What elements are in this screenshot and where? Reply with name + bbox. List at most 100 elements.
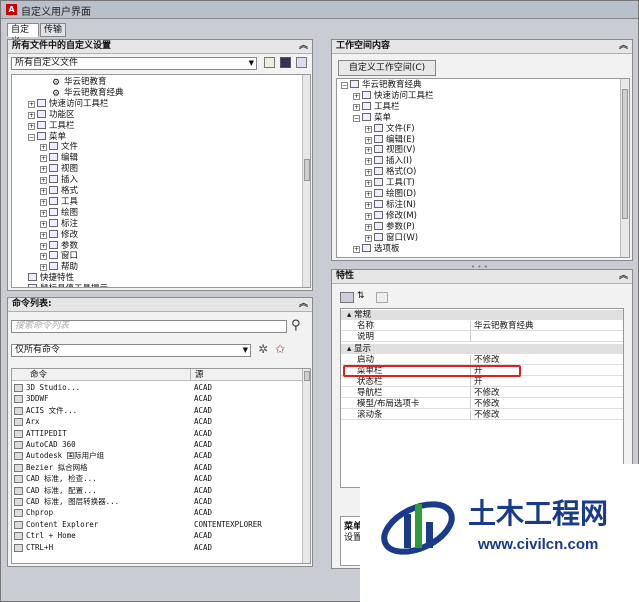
property-row[interactable]: 模型/布局选项卡 不修改 xyxy=(341,399,623,409)
expand-icon[interactable]: + xyxy=(365,201,372,209)
expand-icon[interactable]: + xyxy=(40,253,47,261)
customize-workspace-button[interactable]: 自定义工作空间(C) xyxy=(338,60,436,76)
expand-icon[interactable]: + xyxy=(40,177,47,185)
tree-node[interactable]: + 文件(F) xyxy=(365,123,415,135)
tree-node[interactable]: + 选项板 xyxy=(353,243,400,255)
expand-icon[interactable]: + xyxy=(40,209,47,217)
property-value[interactable]: 不修改 xyxy=(470,399,500,409)
col-source[interactable]: 源 xyxy=(190,369,204,381)
command-row[interactable]: 3DDWF ACAD xyxy=(12,393,302,404)
tree-node[interactable]: + 绘图(D) xyxy=(365,189,416,200)
tree-node[interactable]: + 参数(P) xyxy=(365,221,415,233)
expand-icon[interactable]: + xyxy=(365,125,372,133)
property-value[interactable]: 不修改 xyxy=(470,388,500,398)
property-row[interactable]: 状态栏 开 xyxy=(341,377,623,387)
expand-icon[interactable]: + xyxy=(40,220,47,228)
tree-node[interactable]: − 菜单 xyxy=(28,131,66,143)
group-display[interactable]: ▴ 显示 xyxy=(341,344,623,354)
expand-icon[interactable]: + xyxy=(353,92,360,100)
expand-icon[interactable]: + xyxy=(365,191,372,198)
tree-node[interactable]: ⚙ 华云钯教育经典 xyxy=(52,88,124,99)
property-row[interactable]: 说明 xyxy=(341,332,623,342)
expand-icon[interactable]: + xyxy=(40,144,47,152)
sort-az-icon[interactable]: ⇅ xyxy=(357,291,365,301)
tree-node[interactable]: + 功能区 xyxy=(28,109,75,121)
tree-node[interactable]: + 绘图 xyxy=(40,207,78,219)
command-row[interactable]: CTRL+H ACAD xyxy=(12,542,302,553)
expand-icon[interactable]: + xyxy=(365,234,372,242)
tree-node[interactable]: + 标注(N) xyxy=(365,199,416,211)
command-row[interactable]: CAD 标准, 检查... ACAD xyxy=(12,473,302,484)
tree-node[interactable]: + 格式 xyxy=(40,186,78,197)
expand-icon[interactable]: + xyxy=(40,166,47,174)
command-row[interactable]: AutoCAD 360 ACAD xyxy=(12,439,302,450)
tree-node[interactable]: + 视图 xyxy=(40,164,78,175)
expand-icon[interactable]: + xyxy=(365,136,372,144)
property-row[interactable]: 名称 华云钯教育经典 xyxy=(341,321,623,331)
collapse-node-icon[interactable]: − xyxy=(341,82,348,89)
collapse-icon[interactable]: ︽ xyxy=(299,298,308,311)
command-filter-select[interactable]: 仅所有命令 ▼ xyxy=(11,344,251,357)
collapse-icon[interactable]: ︽ xyxy=(299,40,308,53)
tree-node[interactable]: + 窗口(W) xyxy=(365,232,418,244)
open-file-icon[interactable] xyxy=(264,57,275,68)
expand-icon[interactable]: + xyxy=(365,212,372,220)
tree-node[interactable]: + 文件 xyxy=(40,142,78,153)
collapse-icon[interactable]: ︽ xyxy=(619,40,628,53)
command-row[interactable]: ACIS 文件... ACAD xyxy=(12,405,302,416)
star-icon[interactable]: ✩ xyxy=(275,342,285,356)
command-scrollbar[interactable] xyxy=(302,369,310,563)
property-value[interactable]: 不修改 xyxy=(470,355,500,365)
tree-node[interactable]: 鼠标悬停工具提示 xyxy=(28,284,108,287)
tree-node[interactable]: + 快速访问工具栏 xyxy=(28,98,109,110)
command-row[interactable]: CAD 标准, 图层转换器... ACAD xyxy=(12,496,302,507)
tree-node[interactable]: − 华云钯教育经典 xyxy=(341,80,422,91)
tree-node[interactable]: + 标注 xyxy=(40,218,78,230)
command-row[interactable]: Arx ACAD xyxy=(12,416,302,427)
tree-node[interactable]: + 插入(I) xyxy=(365,156,412,167)
command-row[interactable]: Content Explorer CONTENTEXPLORER xyxy=(12,519,302,530)
property-row[interactable]: 滚动条 不修改 xyxy=(341,410,623,420)
categorized-icon[interactable] xyxy=(340,292,354,303)
file-select[interactable]: 所有自定义文件 ▼ xyxy=(11,57,257,70)
property-value[interactable]: 华云钯教育经典 xyxy=(470,321,534,331)
expand-icon[interactable]: + xyxy=(28,111,35,119)
expand-icon[interactable]: + xyxy=(365,158,372,166)
property-row[interactable]: 导航栏 不修改 xyxy=(341,388,623,398)
command-row[interactable]: ATTIPEDIT ACAD xyxy=(12,428,302,439)
tree-node[interactable]: − 菜单 xyxy=(353,112,391,124)
command-row[interactable]: 3D Studio... ACAD xyxy=(12,382,302,393)
expand-icon[interactable]: + xyxy=(40,264,47,272)
command-row[interactable]: Ctrl + Home ACAD xyxy=(12,530,302,541)
group-general[interactable]: ▴ 常规 xyxy=(341,310,623,320)
command-row[interactable]: Chprop ACAD xyxy=(12,507,302,518)
workspace-scrollbar[interactable] xyxy=(620,79,629,257)
expand-icon[interactable]: + xyxy=(353,245,360,253)
expand-icon[interactable]: + xyxy=(28,100,35,108)
command-row[interactable]: CAD 标准, 配置... ACAD xyxy=(12,485,302,496)
expand-icon[interactable]: + xyxy=(365,223,372,231)
expand-icon[interactable]: + xyxy=(40,188,47,195)
command-row[interactable]: Autodesk 国际用户组 ACAD xyxy=(12,450,302,461)
expand-icon[interactable]: + xyxy=(365,147,372,155)
new-command-icon[interactable]: ✲ xyxy=(258,342,268,356)
tab-transfer[interactable]: 传输 xyxy=(40,23,66,37)
tree-node[interactable]: ⚙ 华云钯教育 xyxy=(52,77,107,88)
tree-node[interactable]: + 工具栏 xyxy=(353,101,400,113)
expand-icon[interactable]: + xyxy=(365,169,372,177)
load-partial-icon[interactable] xyxy=(296,57,307,68)
tree-node[interactable]: + 窗口 xyxy=(40,251,78,262)
tree-node[interactable]: + 快速访问工具栏 xyxy=(353,90,434,102)
tree-node[interactable]: + 工具(T) xyxy=(365,178,415,189)
command-search-input[interactable]: 搜索命令列表 xyxy=(11,320,287,333)
tree-node[interactable]: + 帮助 xyxy=(40,262,78,273)
collapse-node-icon[interactable]: − xyxy=(28,133,35,141)
expand-icon[interactable]: + xyxy=(365,180,372,188)
tree-node[interactable]: + 修改(M) xyxy=(365,210,417,222)
col-command[interactable]: 命令 xyxy=(30,369,47,381)
expand-icon[interactable]: + xyxy=(40,155,47,163)
tree-node[interactable]: + 格式(O) xyxy=(365,167,416,178)
expand-icon[interactable]: + xyxy=(40,231,47,239)
collapse-icon[interactable]: ︽ xyxy=(619,270,628,283)
expand-icon[interactable]: + xyxy=(28,122,35,130)
